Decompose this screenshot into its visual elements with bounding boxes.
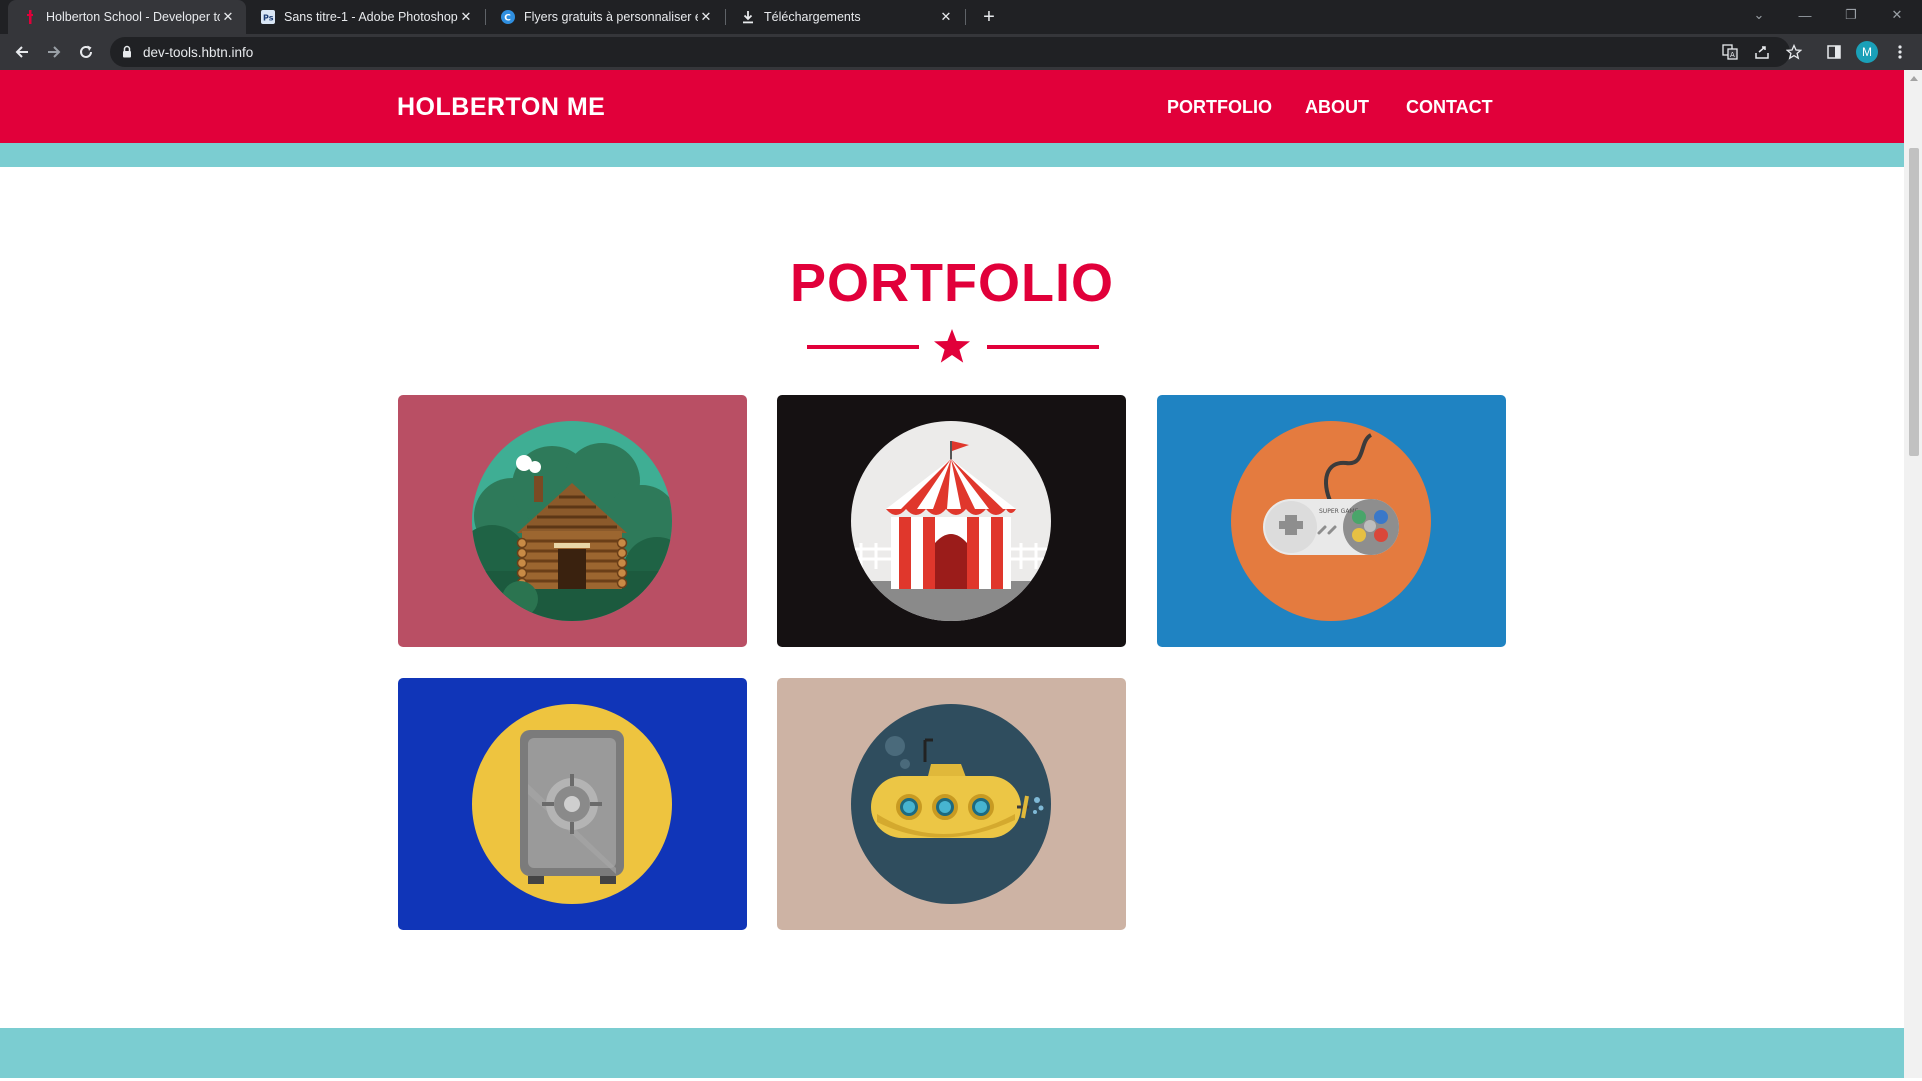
portfolio-card-controller[interactable]: SUPER GAME bbox=[1157, 395, 1506, 647]
lock-icon bbox=[122, 45, 132, 63]
portfolio-card-circus[interactable] bbox=[777, 395, 1126, 647]
browser-tab-holberton[interactable]: Holberton School - Developer to ✕ bbox=[8, 0, 246, 34]
nav-link-contact[interactable]: CONTACT bbox=[1406, 97, 1493, 118]
more-menu-icon[interactable] bbox=[1890, 42, 1910, 62]
svg-text:Ps: Ps bbox=[263, 14, 274, 23]
share-icon[interactable] bbox=[1752, 42, 1772, 62]
scrollbar-thumb[interactable] bbox=[1909, 148, 1919, 456]
browser-tab-bar: Holberton School - Developer to ✕ Ps San… bbox=[0, 0, 1922, 34]
portfolio-card-safe[interactable] bbox=[398, 678, 747, 930]
portfolio-card-cabin[interactable] bbox=[398, 395, 747, 647]
restore-icon[interactable]: ❐ bbox=[1828, 0, 1874, 30]
url-text: dev-tools.hbtn.info bbox=[143, 45, 254, 60]
safe-icon bbox=[472, 704, 672, 904]
svg-text:C: C bbox=[504, 14, 511, 24]
canva-icon: C bbox=[500, 9, 516, 25]
back-arrow-icon[interactable] bbox=[10, 40, 34, 64]
svg-text:SUPER GAME: SUPER GAME bbox=[1319, 508, 1359, 515]
browser-tab-photoshop[interactable]: Ps Sans titre-1 - Adobe Photoshop ✕ bbox=[246, 0, 484, 34]
close-tab-icon[interactable]: ✕ bbox=[698, 9, 714, 25]
close-window-icon[interactable]: ✕ bbox=[1874, 0, 1920, 30]
portfolio-card-submarine[interactable] bbox=[777, 678, 1126, 930]
holberton-favicon-icon bbox=[22, 9, 38, 25]
tab-title: Téléchargements bbox=[764, 10, 861, 24]
page-scrollbar[interactable] bbox=[1904, 70, 1922, 1078]
reload-icon[interactable] bbox=[74, 40, 98, 64]
tab-title: Flyers gratuits à personnaliser en bbox=[524, 10, 698, 24]
nav-link-about[interactable]: ABOUT bbox=[1305, 97, 1369, 118]
minimize-icon[interactable]: — bbox=[1782, 0, 1828, 30]
nav-link-portfolio[interactable]: PORTFOLIO bbox=[1167, 97, 1272, 118]
browser-tab-flyers[interactable]: C Flyers gratuits à personnaliser en ✕ bbox=[486, 0, 724, 34]
site-brand[interactable]: HOLBERTON ME bbox=[397, 93, 605, 122]
forward-arrow-icon[interactable] bbox=[42, 40, 66, 64]
bookmark-star-icon[interactable] bbox=[1784, 42, 1804, 62]
profile-avatar[interactable]: M bbox=[1856, 41, 1878, 63]
photoshop-icon: Ps bbox=[260, 9, 276, 25]
svg-text:A: A bbox=[1730, 51, 1735, 59]
portfolio-title: PORTFOLIO bbox=[790, 253, 1114, 313]
side-panel-icon[interactable] bbox=[1824, 42, 1844, 62]
browser-toolbar: dev-tools.hbtn.info A M bbox=[0, 34, 1922, 70]
submarine-icon bbox=[851, 704, 1051, 904]
new-tab-button[interactable]: + bbox=[977, 5, 1001, 29]
download-icon bbox=[740, 9, 756, 25]
divider-line-left bbox=[807, 345, 919, 349]
close-tab-icon[interactable]: ✕ bbox=[938, 9, 954, 25]
page-viewport: HOLBERTON ME PORTFOLIO ABOUT CONTACT POR… bbox=[0, 70, 1904, 1078]
header-accent-band bbox=[0, 143, 1904, 167]
translate-icon[interactable]: A bbox=[1720, 42, 1740, 62]
circus-tent-icon bbox=[851, 421, 1051, 621]
divider-line-right bbox=[987, 345, 1099, 349]
tab-title: Sans titre-1 - Adobe Photoshop bbox=[284, 10, 458, 24]
close-tab-icon[interactable]: ✕ bbox=[458, 9, 474, 25]
star-icon bbox=[933, 328, 971, 369]
tab-title: Holberton School - Developer to bbox=[46, 10, 220, 24]
scroll-up-icon[interactable] bbox=[1910, 76, 1918, 81]
game-controller-icon: SUPER GAME bbox=[1231, 421, 1431, 621]
tab-separator bbox=[965, 9, 966, 25]
address-bar[interactable]: dev-tools.hbtn.info bbox=[110, 37, 1790, 67]
close-tab-icon[interactable]: ✕ bbox=[220, 9, 236, 25]
browser-tab-downloads[interactable]: Téléchargements ✕ bbox=[726, 0, 964, 34]
site-header: HOLBERTON ME PORTFOLIO ABOUT CONTACT bbox=[0, 70, 1904, 143]
log-cabin-icon bbox=[472, 421, 672, 621]
tab-search-icon[interactable]: ⌄ bbox=[1736, 0, 1782, 30]
footer-accent-band bbox=[0, 1028, 1904, 1078]
